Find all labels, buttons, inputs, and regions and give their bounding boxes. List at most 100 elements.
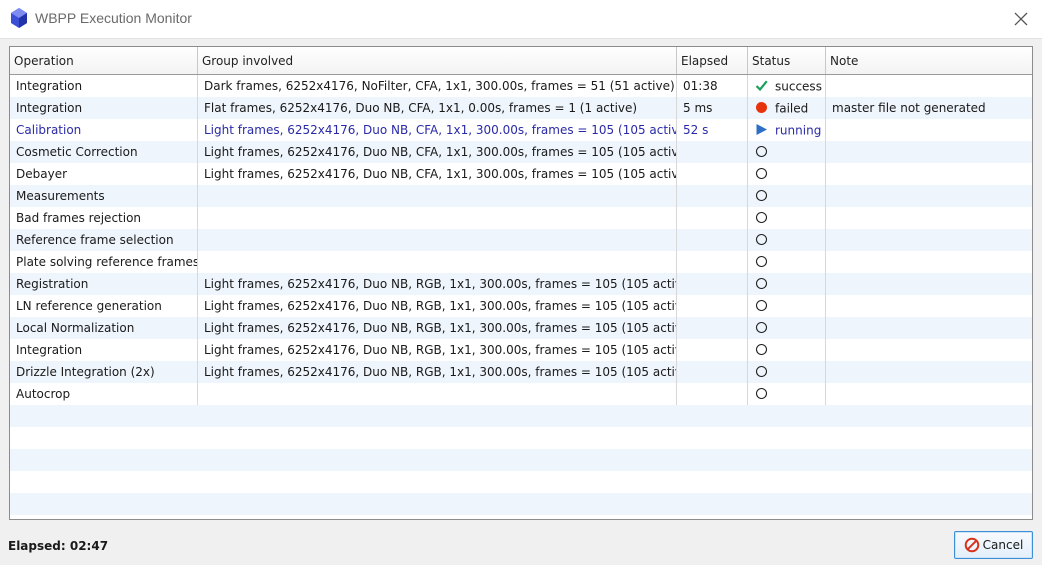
table-row[interactable]: Local Normalization Light frames, 6252x41… [10,317,1032,339]
cell-note [826,383,1032,405]
cell-elapsed: 5 ms [677,97,748,119]
cell-status [748,207,826,229]
table-header: Operation Group involved Elapsed Status … [10,47,1032,75]
cell-status [748,383,826,405]
cell-note [826,317,1032,339]
status-label: success [775,79,822,94]
cell-operation: Registration [10,273,198,295]
cell-group: Flat frames, 6252x4176, Duo NB, CFA, 1x1… [198,97,677,119]
table-body: Integration Dark frames, 6252x4176, NoFil… [10,75,1032,515]
pending-circle-icon [755,255,768,268]
table-row[interactable]: Measurements [10,185,1032,207]
cell-elapsed [677,361,748,383]
cell-status [748,141,826,163]
cell-elapsed [677,383,748,405]
operations-table[interactable]: Operation Group involved Elapsed Status … [9,46,1033,520]
table-row[interactable]: Debayer Light frames, 6252x4176, Duo NB, … [10,163,1032,185]
empty-table-row [10,449,1032,471]
cell-status [748,273,826,295]
cell-note [826,229,1032,251]
table-row[interactable]: Reference frame selection [10,229,1032,251]
cell-group: Light frames, 6252x4176, Duo NB, RGB, 1x… [198,273,677,295]
cell-operation: Debayer [10,163,198,185]
cell-elapsed [677,229,748,251]
pending-circle-icon [755,145,768,158]
pending-circle-icon [755,321,768,334]
cell-elapsed [677,141,748,163]
cell-note [826,251,1032,273]
close-icon [1014,12,1028,26]
cell-status [748,229,826,251]
cell-elapsed: 01:38 [677,75,748,97]
cell-note [826,185,1032,207]
cell-elapsed [677,251,748,273]
cell-operation: Local Normalization [10,317,198,339]
cell-note [826,163,1032,185]
empty-table-row [10,427,1032,449]
cell-status: failed [748,97,826,119]
table-row[interactable]: Integration Light frames, 6252x4176, Duo … [10,339,1032,361]
window-title: WBPP Execution Monitor [35,10,192,26]
cell-group: Light frames, 6252x4176, Duo NB, CFA, 1x… [198,163,677,185]
title-bar: WBPP Execution Monitor [0,0,1042,39]
column-header-operation[interactable]: Operation [10,47,198,74]
status-label: failed [775,101,809,116]
cell-note [826,295,1032,317]
cell-elapsed [677,273,748,295]
empty-table-row [10,493,1032,515]
column-header-group[interactable]: Group involved [198,47,677,74]
cell-group: Light frames, 6252x4176, Duo NB, RGB, 1x… [198,339,677,361]
table-row[interactable]: LN reference generation Light frames, 625… [10,295,1032,317]
cell-operation: Drizzle Integration (2x) [10,361,198,383]
table-row[interactable]: Drizzle Integration (2x) Light frames, 62… [10,361,1032,383]
pending-circle-icon [755,277,768,290]
table-row[interactable]: Cosmetic Correction Light frames, 6252x41… [10,141,1032,163]
cell-group [198,251,677,273]
cell-elapsed [677,295,748,317]
column-header-elapsed[interactable]: Elapsed [677,47,748,74]
cell-group: Light frames, 6252x4176, Duo NB, CFA, 1x… [198,119,677,141]
cell-operation: Cosmetic Correction [10,141,198,163]
cell-note [826,75,1032,97]
cell-group: Light frames, 6252x4176, Duo NB, RGB, 1x… [198,317,677,339]
cancel-button[interactable]: Cancel [954,531,1033,559]
cell-operation: Bad frames rejection [10,207,198,229]
close-button[interactable] [1008,6,1034,32]
cell-group: Light frames, 6252x4176, Duo NB, RGB, 1x… [198,361,677,383]
cell-status [748,361,826,383]
cell-group: Light frames, 6252x4176, Duo NB, CFA, 1x… [198,141,677,163]
cell-status [748,295,826,317]
pending-circle-icon [755,189,768,202]
cell-group: Dark frames, 6252x4176, NoFilter, CFA, 1… [198,75,677,97]
pending-circle-icon [755,387,768,400]
table-row[interactable]: Integration Flat frames, 6252x4176, Duo N… [10,97,1032,119]
column-header-note[interactable]: Note [826,47,1032,74]
cell-operation: Autocrop [10,383,198,405]
cell-group: Light frames, 6252x4176, Duo NB, RGB, 1x… [198,295,677,317]
cell-group [198,383,677,405]
table-row[interactable]: Autocrop [10,383,1032,405]
cell-operation: Integration [10,75,198,97]
table-row[interactable]: Bad frames rejection [10,207,1032,229]
cell-operation: Plate solving reference frames [10,251,198,273]
table-row[interactable]: Calibration Light frames, 6252x4176, Duo … [10,119,1032,141]
table-row[interactable]: Integration Dark frames, 6252x4176, NoFil… [10,75,1032,97]
empty-table-row [10,471,1032,493]
table-row[interactable]: Registration Light frames, 6252x4176, Duo… [10,273,1032,295]
cell-elapsed [677,163,748,185]
cell-note: master file not generated [832,101,986,115]
cell-operation: Integration [10,339,198,361]
pending-circle-icon [755,299,768,312]
check-icon [755,80,768,92]
cell-elapsed [677,317,748,339]
red-dot-icon [756,102,767,113]
pending-circle-icon [755,365,768,378]
cancel-button-label: Cancel [982,538,1024,552]
cell-status: success [748,75,826,97]
pixinsight-app-icon [11,8,27,28]
table-row[interactable]: Plate solving reference frames [10,251,1032,273]
column-header-status[interactable]: Status [748,47,826,74]
play-icon [756,124,767,135]
cancel-icon [964,537,979,553]
cell-operation: Calibration [10,119,198,141]
